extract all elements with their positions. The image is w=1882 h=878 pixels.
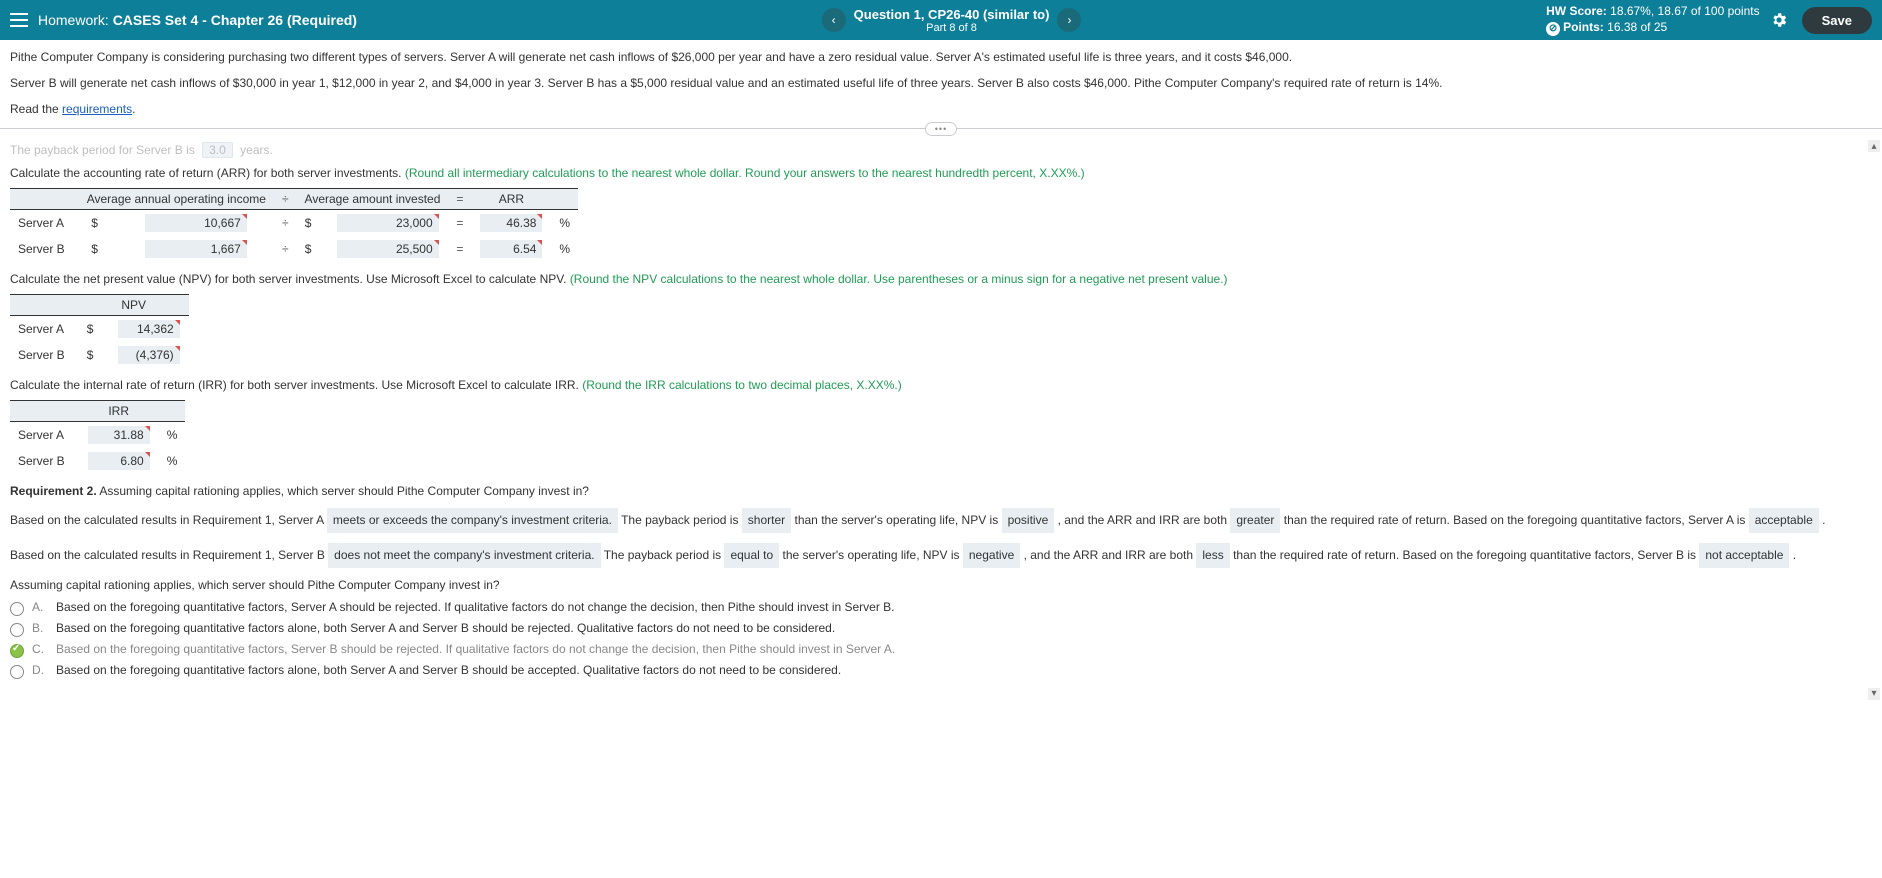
server-a-analysis: Based on the calculated results in Requi… bbox=[10, 508, 1872, 533]
b-criteria-select[interactable]: does not meet the company's investment c… bbox=[328, 543, 600, 568]
mc-option-b[interactable]: B. Based on the foregoing quantitative f… bbox=[10, 621, 1872, 637]
table-row: Server A 31.88 % bbox=[10, 422, 185, 449]
menu-icon[interactable] bbox=[10, 13, 28, 27]
server-b-analysis: Based on the calculated results in Requi… bbox=[10, 543, 1872, 568]
irr-table: IRR Server A 31.88 % Server B 6.80 % bbox=[10, 400, 185, 474]
scroll-up-button[interactable]: ▴ bbox=[1868, 140, 1880, 152]
requirements-line: Read the requirements. bbox=[10, 100, 1872, 118]
final-question: Assuming capital rationing applies, whic… bbox=[10, 578, 1872, 592]
prev-question-button[interactable]: ‹ bbox=[822, 8, 846, 32]
problem-statement: Pithe Computer Company is considering pu… bbox=[0, 40, 1882, 122]
arr-col-arr: ARR bbox=[471, 189, 551, 210]
table-row: Server A $ 10,667 ÷ $ 23,000 = 46.38 % bbox=[10, 210, 578, 237]
score-block: HW Score: 18.67%, 18.67 of 100 points ⊘P… bbox=[1546, 4, 1759, 35]
npv-col: NPV bbox=[79, 295, 189, 316]
a-criteria-select[interactable]: meets or exceeds the company's investmen… bbox=[327, 508, 618, 533]
a-acceptable-select[interactable]: acceptable bbox=[1749, 508, 1819, 533]
a-arrirr-select[interactable]: greater bbox=[1230, 508, 1280, 533]
previous-answer-cutoff: The payback period for Server B is 3.0 y… bbox=[10, 142, 1872, 158]
radio-icon[interactable] bbox=[10, 665, 24, 679]
b-payback-select[interactable]: equal to bbox=[724, 543, 779, 568]
status-icon: ⊘ bbox=[1546, 22, 1560, 36]
npv-instruction: Calculate the net present value (NPV) fo… bbox=[10, 272, 1872, 286]
requirements-link[interactable]: requirements bbox=[62, 102, 132, 116]
a-npv-select[interactable]: positive bbox=[1002, 508, 1055, 533]
work-area: ▴ ▾ The payback period for Server B is 3… bbox=[0, 136, 1882, 704]
assignment-title: Homework: CASES Set 4 - Chapter 26 (Requ… bbox=[38, 12, 357, 28]
irr-instruction: Calculate the internal rate of return (I… bbox=[10, 378, 1872, 392]
arr-a-result-input[interactable]: 46.38 bbox=[479, 213, 543, 233]
a-payback-select[interactable]: shorter bbox=[742, 508, 791, 533]
radio-icon[interactable] bbox=[10, 623, 24, 637]
mc-option-c[interactable]: C. Based on the foregoing quantitative f… bbox=[10, 642, 1872, 658]
expand-collapse-button[interactable]: ••• bbox=[925, 122, 957, 136]
arr-table: Average annual operating income ÷ Averag… bbox=[10, 188, 578, 262]
npv-a-input[interactable]: 14,362 bbox=[117, 319, 181, 339]
irr-a-input[interactable]: 31.88 bbox=[87, 425, 151, 445]
irr-col: IRR bbox=[79, 401, 159, 422]
irr-b-input[interactable]: 6.80 bbox=[87, 451, 151, 471]
table-row: Server B $ 1,667 ÷ $ 25,500 = 6.54 % bbox=[10, 236, 578, 262]
b-acceptable-select[interactable]: not acceptable bbox=[1699, 543, 1789, 568]
question-nav: ‹ Question 1, CP26-40 (similar to) Part … bbox=[822, 7, 1082, 34]
npv-table: NPV Server A $ 14,362 Server B $ (4,376) bbox=[10, 294, 189, 368]
arr-instruction: Calculate the accounting rate of return … bbox=[10, 166, 1872, 180]
mc-option-d[interactable]: D. Based on the foregoing quantitative f… bbox=[10, 663, 1872, 679]
scroll-down-button[interactable]: ▾ bbox=[1868, 688, 1880, 700]
problem-para-2: Server B will generate net cash inflows … bbox=[10, 74, 1872, 92]
arr-col-income: Average annual operating income bbox=[79, 189, 274, 210]
radio-icon[interactable] bbox=[10, 644, 24, 658]
table-row: Server A $ 14,362 bbox=[10, 316, 189, 343]
question-indicator: Question 1, CP26-40 (similar to) Part 8 … bbox=[854, 7, 1050, 34]
arr-b-result-input[interactable]: 6.54 bbox=[479, 239, 543, 259]
radio-icon[interactable] bbox=[10, 602, 24, 616]
arr-b-income-input[interactable]: 1,667 bbox=[144, 239, 248, 259]
mc-option-a[interactable]: A. Based on the foregoing quantitative f… bbox=[10, 600, 1872, 616]
app-header: Homework: CASES Set 4 - Chapter 26 (Requ… bbox=[0, 0, 1882, 40]
next-question-button[interactable]: › bbox=[1057, 8, 1081, 32]
multiple-choice: A. Based on the foregoing quantitative f… bbox=[10, 600, 1872, 679]
npv-b-input[interactable]: (4,376) bbox=[117, 345, 181, 365]
req2-heading: Requirement 2. Assuming capital rationin… bbox=[10, 484, 1872, 498]
table-row: Server B 6.80 % bbox=[10, 448, 185, 474]
problem-para-1: Pithe Computer Company is considering pu… bbox=[10, 48, 1872, 66]
b-npv-select[interactable]: negative bbox=[963, 543, 1020, 568]
arr-b-invested-input[interactable]: 25,500 bbox=[336, 239, 440, 259]
arr-a-income-input[interactable]: 10,667 bbox=[144, 213, 248, 233]
b-arrirr-select[interactable]: less bbox=[1196, 543, 1229, 568]
table-row: Server B $ (4,376) bbox=[10, 342, 189, 368]
arr-col-invested: Average amount invested bbox=[297, 189, 449, 210]
gear-icon[interactable] bbox=[1770, 11, 1788, 29]
arr-a-invested-input[interactable]: 23,000 bbox=[336, 213, 440, 233]
save-button[interactable]: Save bbox=[1802, 7, 1872, 34]
